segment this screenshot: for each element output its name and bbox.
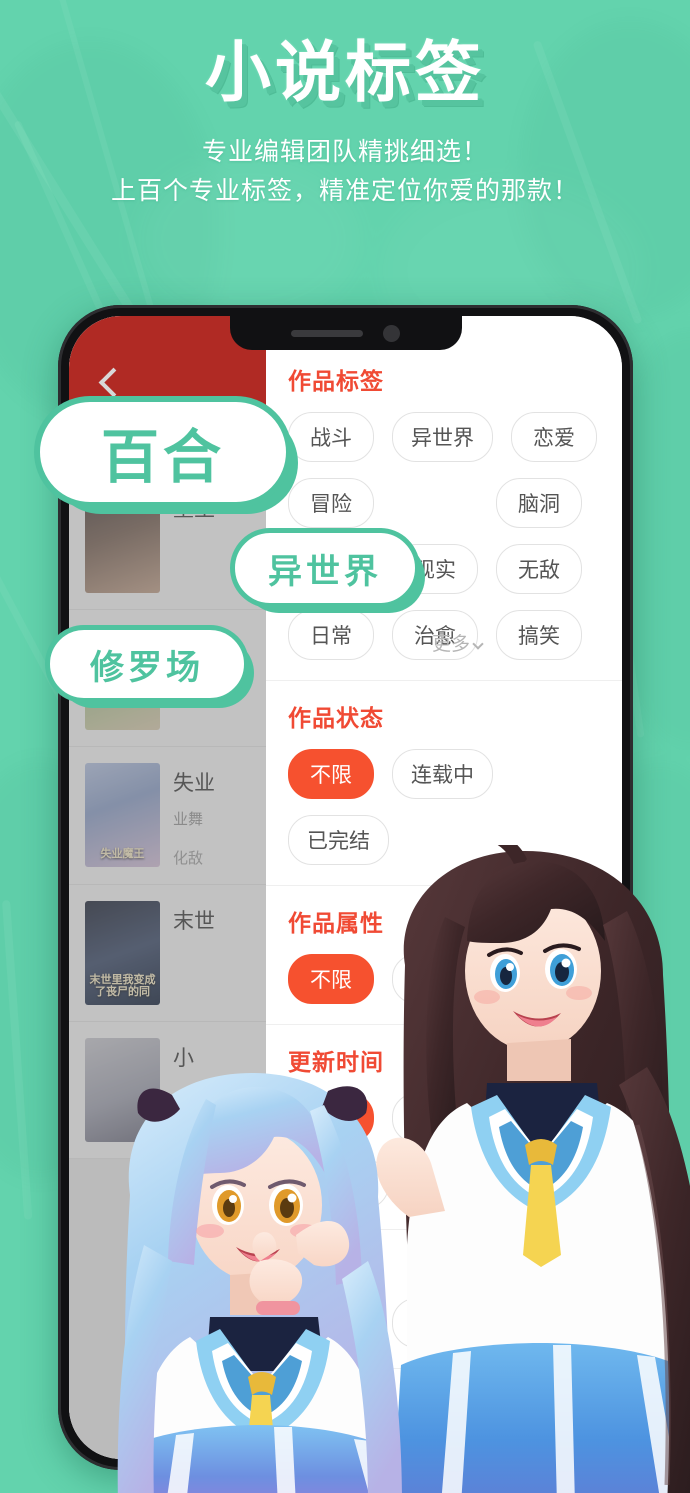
earpiece-speaker-icon	[291, 329, 363, 337]
filter-panel: 作品标签 战斗 异世界 恋爱 冒险 · 脑洞 热血 现实 无敌 日常 治愈 搞笑	[266, 316, 622, 1459]
chevron-down-icon	[472, 638, 484, 650]
section-title: 更新时间	[288, 1049, 384, 1075]
chip-maoxian[interactable]: 冒险	[288, 478, 374, 528]
chip-group: 不限 免费 VIP	[288, 954, 622, 1004]
front-camera-icon	[383, 324, 400, 342]
book-desc: 化敌	[173, 850, 204, 867]
chevron-left-icon[interactable]	[95, 368, 125, 398]
hero-subtitle-line-2: 上百个专业标签，精准定位你爱的那款！	[110, 177, 579, 206]
book-meta: 业舞	[173, 811, 204, 828]
book-title: 失业	[173, 772, 215, 795]
book-cover: 末世里我变成了丧尸的同	[85, 901, 160, 1005]
section-title: 作品标签	[288, 368, 384, 394]
section-title: 作品字数	[288, 1254, 384, 1280]
chip-attr-free[interactable]: 免费	[392, 954, 478, 1004]
section-title: 作品属性	[288, 910, 384, 936]
promo-poster: 小说标签 专业编辑团队精挑细选！ 上百个专业标签，精准定位你爱的那款！ 人气最高…	[0, 0, 690, 1493]
chip-naodong[interactable]: 脑洞	[496, 478, 582, 528]
chip-time-7days[interactable]: 七日内	[392, 1093, 493, 1143]
chip-attr-all[interactable]: 不限	[288, 954, 374, 1004]
list-item[interactable]: 失业魔王 失业 业舞 化敌	[69, 747, 266, 885]
chip-status-ongoing[interactable]: 连载中	[392, 749, 493, 799]
chip-gaoxiao[interactable]: 搞笑	[496, 610, 582, 660]
chip-words-under-500k[interactable]: 50万字以下	[392, 1298, 538, 1348]
more-tags-label: 更多	[431, 634, 470, 655]
callout-pill-baihe: 百合	[34, 396, 292, 508]
chip-words-all[interactable]: 不限	[288, 1298, 374, 1348]
book-cover: 失业魔王	[85, 763, 160, 867]
filter-section-update-time: 更新时间 不限 七日内 本月内	[266, 1025, 622, 1230]
chip-time-month[interactable]: 本月内	[288, 1159, 389, 1209]
book-title: 小	[173, 1047, 194, 1070]
chip-lianai[interactable]: 恋爱	[511, 412, 597, 462]
chip-group: 不限 50万字以下	[288, 1298, 622, 1348]
book-cover-text: 失业魔王	[100, 848, 145, 861]
chip-status-all[interactable]: 不限	[288, 749, 374, 799]
chip-group: 不限 七日内 本月内	[288, 1093, 622, 1209]
filter-section-tags: 作品标签 战斗 异世界 恋爱 冒险 · 脑洞 热血 现实 无敌 日常 治愈 搞笑	[266, 316, 622, 681]
hero-block: 小说标签 专业编辑团队精挑细选！ 上百个专业标签，精准定位你爱的那款！	[0, 0, 690, 211]
section-title: 作品状态	[288, 705, 384, 731]
book-info: 失业 业舞 化敌	[173, 763, 254, 868]
chip-attr-vip[interactable]: VIP	[496, 954, 582, 1004]
chip-group: 不限 连载中 已完结	[288, 749, 622, 865]
chip-zhandou[interactable]: 战斗	[288, 412, 374, 462]
list-item[interactable]: 末世里我变成了丧尸的同 末世	[69, 885, 266, 1022]
book-title: 末世	[173, 910, 215, 933]
book-info: 末世	[173, 901, 254, 1005]
callout-pill-yishijie: 异世界	[230, 528, 420, 608]
book-cover-text: 末世里我变成了丧尸的同	[89, 973, 156, 999]
chip-wudi[interactable]: 无敌	[496, 544, 582, 594]
list-item[interactable]: 小	[69, 1022, 266, 1159]
page-title: 小说标签	[205, 35, 485, 109]
more-tags-link[interactable]: 更多	[431, 629, 484, 656]
callout-pill-xiuluochang: 修罗场	[45, 625, 249, 703]
hero-subtitle: 专业编辑团队精挑细选！ 上百个专业标签，精准定位你爱的那款！	[0, 133, 690, 211]
phone-notch	[229, 316, 462, 350]
chip-time-all[interactable]: 不限	[288, 1093, 374, 1143]
hero-subtitle-line-1: 专业编辑团队精挑细选！	[201, 138, 488, 167]
chip-yishijie[interactable]: 异世界	[392, 412, 493, 462]
filter-section-word-count: 作品字数 不限 50万字以下	[266, 1230, 622, 1369]
filter-section-attribute: 作品属性 不限 免费 VIP	[266, 886, 622, 1025]
chip-richang[interactable]: 日常	[288, 610, 374, 660]
book-cover	[85, 1038, 160, 1142]
chip-status-completed[interactable]: 已完结	[288, 815, 389, 865]
book-info: 小	[173, 1038, 254, 1142]
filter-section-status: 作品状态 不限 连载中 已完结	[266, 681, 622, 886]
